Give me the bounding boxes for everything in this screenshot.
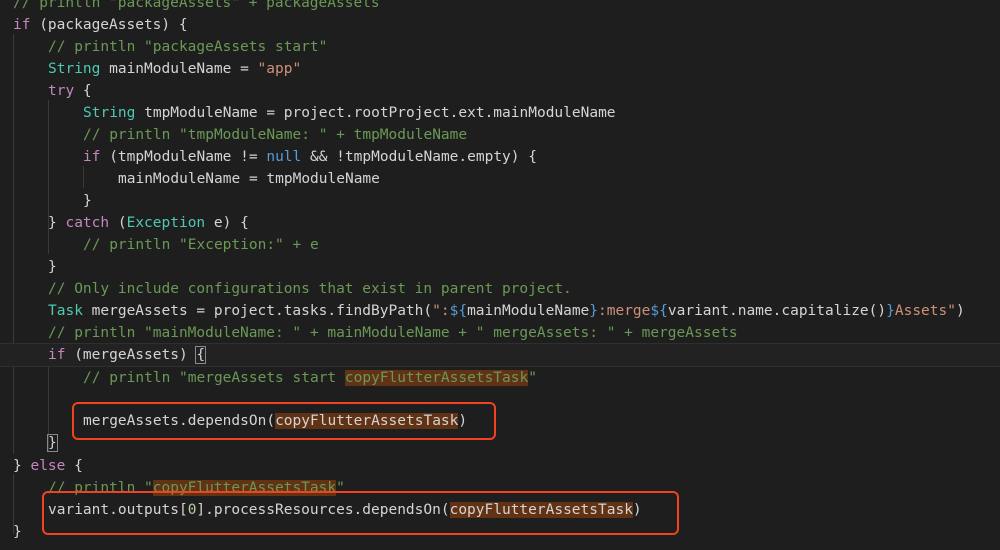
code-line-current[interactable]: if (mergeAssets) { bbox=[0, 343, 1000, 367]
code-line[interactable]: mainModuleName = tmpModuleName bbox=[0, 168, 1000, 190]
code-line[interactable]: Task mergeAssets = project.tasks.findByP… bbox=[0, 300, 1000, 322]
code-line[interactable]: // println "mainModuleName: " + mainModu… bbox=[0, 322, 1000, 344]
code-comment: // println "packageAssets" + packageAsse… bbox=[13, 0, 380, 11]
code-line[interactable]: if (tmpModuleName != null && !tmpModuleN… bbox=[0, 146, 1000, 168]
code-line[interactable]: } else { bbox=[0, 455, 1000, 477]
code-line[interactable]: } bbox=[0, 190, 1000, 212]
code-line[interactable]: String tmpModuleName = project.rootProje… bbox=[0, 102, 1000, 124]
keyword: if bbox=[13, 17, 31, 33]
code-line[interactable]: } bbox=[0, 256, 1000, 278]
code-comment: // println "packageAssets start" bbox=[48, 39, 328, 55]
code-line[interactable]: // Only include configurations that exis… bbox=[0, 278, 1000, 300]
code-comment: // Only include configurations that exis… bbox=[48, 281, 572, 297]
code-comment: // println "tmpModuleName: " + tmpModule… bbox=[83, 127, 468, 143]
code-comment: // println "Exception:" + e bbox=[83, 237, 319, 253]
code-editor[interactable]: // println "packageAssets" + packageAsse… bbox=[0, 0, 1000, 550]
code-line[interactable]: // println "packageAssets" + packageAsse… bbox=[0, 0, 1000, 14]
code-line[interactable]: // println "packageAssets start" bbox=[0, 36, 1000, 58]
code-line[interactable]: String mainModuleName = "app" bbox=[0, 58, 1000, 80]
code-line[interactable]: // println "mergeAssets start copyFlutte… bbox=[0, 367, 1000, 389]
code-line[interactable]: // println "Exception:" + e bbox=[0, 234, 1000, 256]
code-line[interactable]: if (packageAssets) { bbox=[0, 14, 1000, 36]
code-line[interactable]: } catch (Exception e) { bbox=[0, 212, 1000, 234]
code-line[interactable]: try { bbox=[0, 80, 1000, 102]
code-line[interactable]: // println "tmpModuleName: " + tmpModule… bbox=[0, 124, 1000, 146]
annotation-box-merge-assets bbox=[72, 402, 496, 440]
annotation-box-process-resources bbox=[42, 491, 679, 535]
code-comment: // println "mainModuleName: " + mainModu… bbox=[48, 325, 738, 341]
